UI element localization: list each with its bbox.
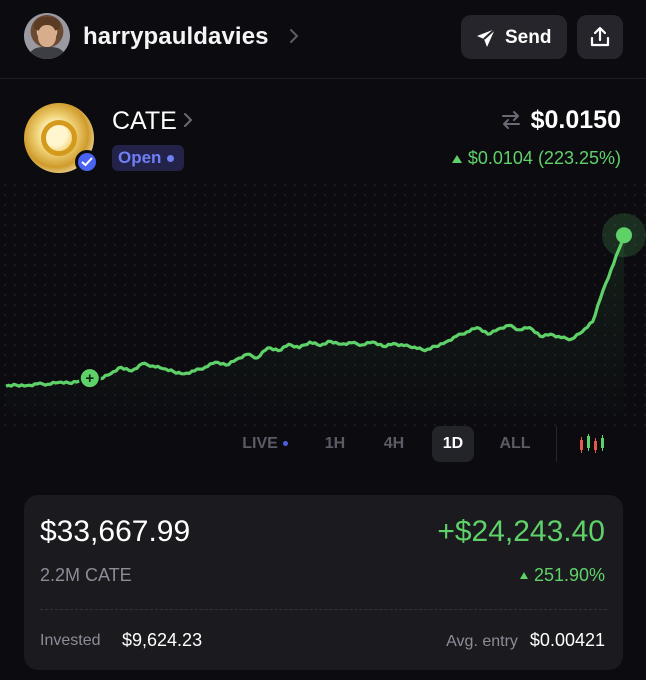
tab-all[interactable]: ALL xyxy=(490,426,540,462)
arrow-up-icon xyxy=(451,154,462,163)
position-pnl-percent: 251.90% xyxy=(519,565,605,586)
chevron-right-icon[interactable] xyxy=(183,112,193,128)
invested-value: $9,624.23 xyxy=(122,630,203,650)
user-avatar[interactable] xyxy=(24,13,70,59)
tab-4h[interactable]: 4H xyxy=(372,426,416,462)
tab-live[interactable]: LIVE xyxy=(230,426,300,462)
price-change-value: $0.0104 (223.25%) xyxy=(467,148,621,168)
status-badge: Open xyxy=(112,145,185,171)
entry-marker-label: + xyxy=(85,370,94,387)
username[interactable]: harrypauldavies xyxy=(83,23,269,51)
token-price: $0.0150 xyxy=(530,106,621,134)
share-icon xyxy=(590,26,610,47)
avg-entry: Avg. entry $0.00421 xyxy=(446,630,605,651)
send-label: Send xyxy=(505,27,552,48)
send-button[interactable]: Send xyxy=(461,15,567,59)
avg-entry-value: $0.00421 xyxy=(529,630,605,650)
current-point xyxy=(616,227,632,244)
position-card: $33,667.99 +$24,243.40 2.2M CATE 251.90%… xyxy=(24,495,623,670)
candlestick-icon[interactable] xyxy=(577,432,605,456)
timeframe-tabs: LIVE 1H 4H 1D ALL xyxy=(0,426,646,462)
send-icon xyxy=(477,28,496,47)
divider xyxy=(556,426,557,462)
share-button[interactable] xyxy=(577,15,623,59)
chevron-right-icon[interactable] xyxy=(288,27,300,45)
status-text: Open xyxy=(118,148,162,167)
swap-icon[interactable] xyxy=(500,110,522,130)
invested-label: Invested xyxy=(40,632,101,649)
position-pnl: +$24,243.40 xyxy=(437,515,605,548)
arrow-up-icon xyxy=(519,572,528,579)
token-name[interactable]: CATE xyxy=(112,107,177,136)
pnl-percent-value: 251.90% xyxy=(533,565,605,585)
price-change: $0.0104 (223.25%) xyxy=(451,148,621,169)
position-quantity: 2.2M CATE xyxy=(40,565,132,585)
position-value: $33,667.99 xyxy=(40,515,191,548)
divider xyxy=(40,609,607,610)
app-frame: harrypauldavies Send CATE Open $0.0150 $… xyxy=(0,0,646,680)
status-dot xyxy=(167,154,175,162)
tab-1d[interactable]: 1D xyxy=(432,426,474,462)
avg-entry-label: Avg. entry xyxy=(446,633,518,650)
tab-1h[interactable]: 1H xyxy=(314,426,356,462)
profile-header: harrypauldavies Send xyxy=(0,0,646,79)
price-chart[interactable]: + xyxy=(0,180,646,420)
verified-badge-icon xyxy=(75,150,99,174)
live-dot xyxy=(282,441,288,447)
